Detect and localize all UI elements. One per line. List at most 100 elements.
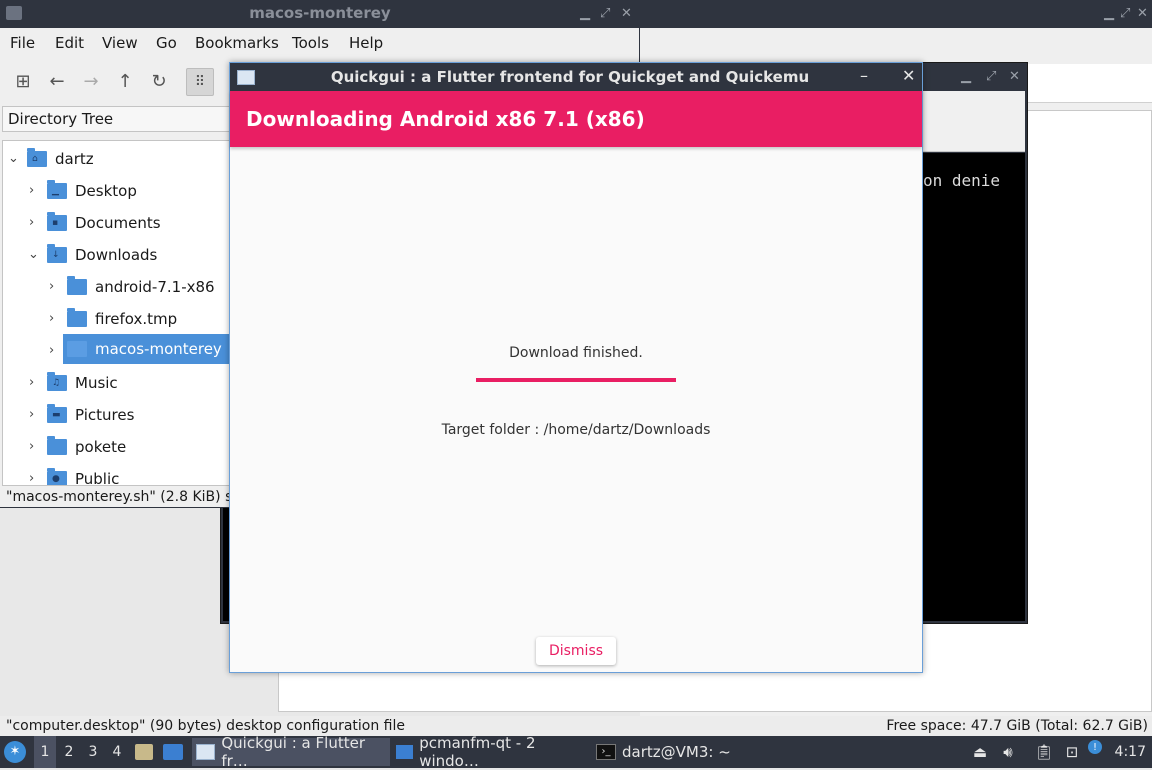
chevron-down-icon[interactable]: ⌄ [8,152,19,166]
download-status: Download finished. [509,345,643,361]
back-arrow-icon[interactable]: ← [44,68,70,94]
close-icon[interactable]: ✕ [1009,69,1020,84]
download-progress-bar [476,378,676,382]
tree-item-label: macos-monterey [95,340,222,358]
tree-item-music[interactable]: › ♫ Music [3,369,124,397]
minimize-icon[interactable]: ▁ [1104,6,1114,21]
tree-item-pokete[interactable]: › pokete [3,433,132,461]
chevron-right-icon[interactable]: › [29,408,39,422]
window-app-icon [237,70,255,85]
folder-icon [67,338,87,357]
tree-item-label: firefox.tmp [95,310,178,328]
tree-item-label: Public [75,470,120,486]
workspace-1[interactable]: 1 [34,736,56,768]
terminal-icon: ›_ [596,744,616,760]
task-pcmanfm[interactable]: pcmanfm-qt - 2 windo… [392,734,592,770]
file-manager-launcher-icon[interactable] [135,744,153,760]
chevron-right-icon[interactable]: › [29,440,39,454]
network-icon[interactable]: ⊡ [1062,742,1082,762]
pictures-folder-icon: ▬ [47,404,67,423]
menu-tools[interactable]: Tools [292,34,329,52]
menu-edit[interactable]: Edit [55,34,84,52]
close-icon[interactable]: ✕ [621,6,632,21]
path-bar[interactable] [1024,64,1152,103]
maximize-icon[interactable]: ⤢ [600,6,610,21]
close-icon[interactable]: ✕ [1137,6,1148,21]
icon-view-grid-icon[interactable]: ⠿ [186,68,214,96]
tree-item-label: Downloads [75,246,158,264]
tree-item-firefox-tmp[interactable]: › firefox.tmp [3,305,183,333]
quickgui-window: Quickgui : a Flutter frontend for Quickg… [229,62,923,673]
task-label: dartz@VM3: ~ [622,743,731,761]
show-desktop-icon[interactable] [163,744,183,760]
chevron-right-icon[interactable]: › [29,472,39,486]
folder-icon [67,308,87,327]
workspace-4[interactable]: 4 [106,736,128,768]
menu-go[interactable]: Go [156,34,177,52]
chevron-down-icon[interactable]: ⌄ [28,248,39,262]
terminal-toolbar-strip [921,91,1025,152]
status-bar: "computer.desktop" (90 bytes) desktop co… [0,716,1152,736]
folder-icon [47,436,67,455]
tree-item-label: Documents [75,214,161,232]
progress-fill [476,378,676,382]
tree-item-label: android-7.1-x86 [95,278,215,296]
maximize-icon[interactable]: ⤢ [986,69,996,84]
minimize-icon[interactable]: ▁ [580,6,590,21]
reload-icon[interactable]: ↻ [146,68,172,94]
workspace-2[interactable]: 2 [58,736,80,768]
workspace-3[interactable]: 3 [82,736,104,768]
page-title: Downloading Android x86 7.1 (x86) [246,107,645,131]
chevron-right-icon[interactable]: › [49,312,59,326]
chevron-right-icon[interactable]: › [29,216,39,230]
public-folder-icon: ● [47,468,67,485]
tree-item-desktop[interactable]: › ▁ Desktop [3,177,143,205]
task-quickgui[interactable]: Quickgui : a Flutter fr… [192,734,390,770]
new-window-icon[interactable]: ⊞ [10,68,36,94]
eject-icon[interactable]: ⏏ [970,742,990,762]
window-app-icon [196,744,216,760]
folder-icon [67,276,87,295]
app-menu-icon[interactable]: ✶ [4,741,26,763]
window-title: macos-monterey [249,4,391,22]
sidebar-mode-select[interactable]: Directory Tree [2,106,232,132]
chevron-right-icon[interactable]: › [49,344,59,358]
tree-item-macos-monterey[interactable]: › macos-monterey [3,334,229,364]
music-folder-icon: ♫ [47,372,67,391]
menu-file[interactable]: File [10,34,35,52]
minimize-icon[interactable]: – [860,66,868,85]
close-icon[interactable]: ✕ [902,66,915,85]
folder-icon [396,745,414,759]
maximize-icon[interactable]: ⤢ [1120,6,1130,21]
menu-view[interactable]: View [102,34,138,52]
forward-arrow-icon[interactable]: → [78,68,104,94]
task-label: pcmanfm-qt - 2 windo… [419,734,536,770]
dismiss-button[interactable]: Dismiss [536,637,616,665]
tree-item-downloads[interactable]: ⌄ ↓ Downloads [3,241,163,269]
tree-item-public[interactable]: › ● Public [3,465,125,486]
task-terminal[interactable]: ›_ dartz@VM3: ~ [592,738,736,766]
menu-help[interactable]: Help [349,34,383,52]
minimize-icon[interactable]: ▁ [961,69,971,84]
tree-item-dartz[interactable]: ⌄ ⌂ dartz [3,145,100,173]
status-selection-info: "computer.desktop" (90 bytes) desktop co… [6,718,405,734]
chevron-right-icon[interactable]: › [29,184,39,198]
chevron-right-icon[interactable]: › [29,376,39,390]
tree-item-label: Desktop [75,182,137,200]
tree-item-label: pokete [75,438,127,456]
documents-folder-icon: ▪ [47,212,67,231]
notification-icon[interactable]: ! [1088,740,1102,754]
tree-item-android-7.1-x86[interactable]: › android-7.1-x86 [3,273,221,301]
tree-item-pictures[interactable]: › ▬ Pictures [3,401,140,429]
chevron-right-icon[interactable]: › [49,280,59,294]
clipboard-icon[interactable]: 📋︎ [1034,742,1054,762]
directory-tree[interactable]: ⌄ ⌂ dartz › ▁ Desktop › ▪ Documents ⌄ ↓ … [2,140,230,486]
tree-item-label: dartz [55,150,94,168]
tree-item-documents[interactable]: › ▪ Documents [3,209,167,237]
task-label: Quickgui : a Flutter fr… [221,734,365,770]
volume-icon[interactable]: 🔊︎ [998,742,1018,762]
tree-item-label: Pictures [75,406,135,424]
menu-bookmarks[interactable]: Bookmarks [195,34,279,52]
desktop-folder-icon: ▁ [47,180,67,199]
up-arrow-icon[interactable]: ↑ [112,68,138,94]
